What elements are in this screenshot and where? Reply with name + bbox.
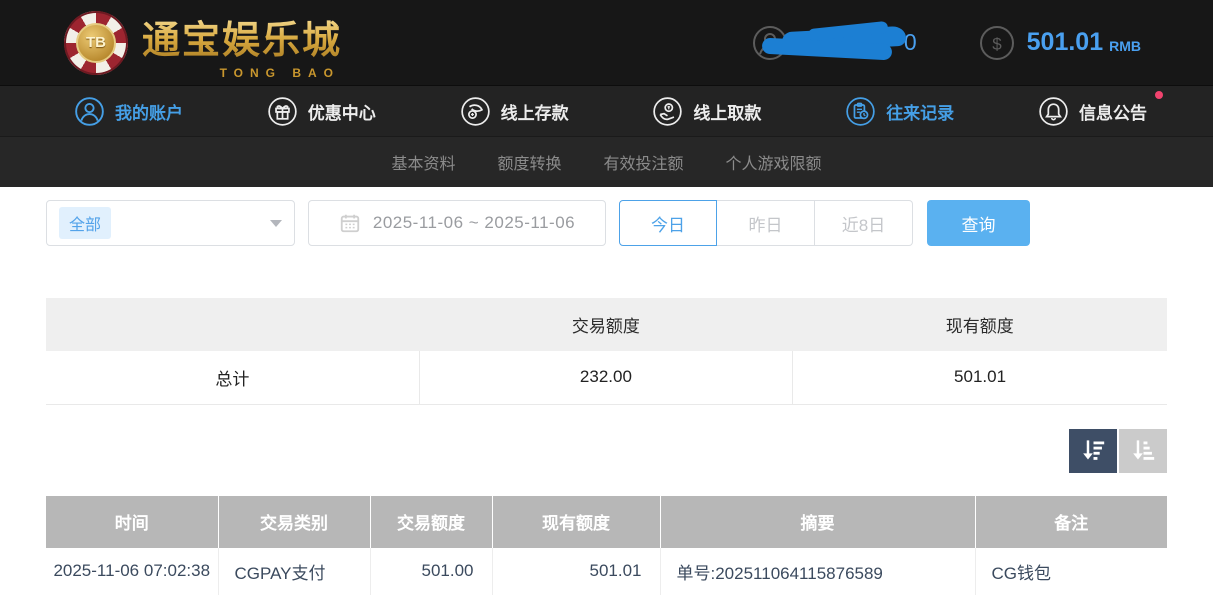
cell-remark: CG钱包 [975, 548, 1167, 595]
svg-text:$: $ [992, 34, 1002, 53]
balance-group[interactable]: $ 501.01 RMB [979, 25, 1141, 61]
sort-descending-icon [1080, 437, 1107, 464]
sub-nav: 基本资料 额度转换 有效投注额 个人游戏限额 [0, 137, 1213, 187]
col-amount: 交易额度 [370, 496, 492, 548]
top-header: TB 通宝娱乐城 TONG BAO 0 [0, 0, 1213, 85]
subnav-game-limits[interactable]: 个人游戏限额 [726, 150, 822, 174]
logo-text: 通宝娱乐城 TONG BAO [142, 9, 342, 76]
chevron-down-icon [270, 220, 282, 227]
nav-item-promotions[interactable]: 优惠中心 [267, 96, 376, 127]
summary-total-row: 总计 232.00 501.01 [46, 351, 1167, 404]
notification-dot [1155, 91, 1163, 99]
poker-chip-logo-icon: TB [64, 11, 128, 75]
nav-label: 信息公告 [1079, 99, 1147, 124]
summary-total-balance: 501.01 [793, 351, 1167, 404]
nav-label: 线上取款 [693, 99, 761, 124]
date-range-value: 2025-11-06 ~ 2025-11-06 [373, 213, 575, 233]
content-area: 全部 2025-11-06 ~ 2025-11-06 今日 昨日 近8日 [0, 187, 1213, 595]
transaction-records-page: TB 通宝娱乐城 TONG BAO 0 [0, 0, 1213, 595]
summary-total-trade: 232.00 [419, 351, 792, 404]
calendar-icon [339, 212, 361, 234]
dollar-circle-icon: $ [979, 25, 1015, 61]
nav-label: 线上存款 [501, 99, 569, 124]
chip-monogram: TB [86, 34, 106, 51]
main-nav: 我的账户 优惠中心 [0, 85, 1213, 137]
col-remark: 备注 [975, 496, 1167, 548]
nav-label: 往来记录 [886, 99, 954, 124]
gift-icon [267, 96, 298, 127]
nav-item-deposit[interactable]: 线上存款 [460, 96, 569, 127]
site-logo[interactable]: TB 通宝娱乐城 TONG BAO [64, 9, 342, 76]
bell-icon [1038, 96, 1069, 127]
col-type: 交易类别 [218, 496, 370, 548]
summary-header-empty [46, 298, 419, 351]
user-circle-icon [74, 96, 105, 127]
nav-item-my-account[interactable]: 我的账户 [74, 96, 183, 127]
cell-balance: 501.01 [492, 548, 660, 595]
deposit-hand-coin-icon [460, 96, 491, 127]
sort-ascending-button[interactable] [1119, 429, 1167, 473]
nav-label: 优惠中心 [308, 99, 376, 124]
cell-summary: 单号:202511064115876589 [660, 548, 975, 595]
subnav-credit-transfer[interactable]: 额度转换 [497, 150, 561, 174]
quick-range-group: 今日 昨日 近8日 [619, 200, 913, 246]
site-subtitle: TONG BAO [220, 66, 340, 80]
sort-descending-button[interactable] [1069, 429, 1117, 473]
nav-item-records[interactable]: 往来记录 [845, 96, 954, 127]
table-row: 2025-11-06 07:02:38 CGPAY支付 501.00 501.0… [46, 548, 1167, 595]
subnav-basic-info[interactable]: 基本资料 [391, 150, 455, 174]
site-title: 通宝娱乐城 [142, 9, 342, 64]
type-select-dropdown[interactable]: 全部 [46, 200, 295, 246]
clipboard-clock-icon [845, 96, 876, 127]
col-balance: 现有额度 [492, 496, 660, 548]
summary-table: 交易额度 现有额度 总计 232.00 501.01 [46, 298, 1167, 405]
col-summary: 摘要 [660, 496, 975, 548]
summary-header-row: 交易额度 现有额度 [46, 298, 1167, 351]
username-redaction-scribble [778, 27, 910, 59]
balance-currency: RMB [1109, 32, 1141, 54]
quick-btn-yesterday[interactable]: 昨日 [717, 200, 815, 246]
cell-amount: 501.00 [370, 548, 492, 595]
withdraw-hand-dollar-icon [652, 96, 683, 127]
query-button[interactable]: 查询 [927, 200, 1030, 246]
nav-label: 我的账户 [115, 99, 183, 124]
quick-btn-today[interactable]: 今日 [619, 200, 717, 246]
sort-controls [46, 429, 1167, 473]
subnav-valid-bets[interactable]: 有效投注额 [604, 150, 684, 174]
summary-header-balance: 现有额度 [793, 298, 1167, 351]
selected-type-chip: 全部 [59, 207, 111, 239]
records-header-row: 时间 交易类别 交易额度 现有额度 摘要 备注 [46, 496, 1167, 548]
sort-ascending-icon [1130, 437, 1157, 464]
summary-header-trade: 交易额度 [419, 298, 792, 351]
col-time: 时间 [46, 496, 218, 548]
records-table: 时间 交易类别 交易额度 现有额度 摘要 备注 2025-11-06 07:02… [46, 496, 1167, 595]
balance-amount: 501.01 [1027, 28, 1103, 57]
cell-time: 2025-11-06 07:02:38 [46, 548, 218, 595]
filter-row: 全部 2025-11-06 ~ 2025-11-06 今日 昨日 近8日 [46, 200, 1167, 246]
header-right: 0 $ 501.01 RMB [752, 25, 1141, 61]
user-account-group[interactable]: 0 [752, 25, 917, 61]
nav-item-withdraw[interactable]: 线上取款 [652, 96, 761, 127]
nav-item-announcements[interactable]: 信息公告 [1038, 96, 1147, 127]
quick-btn-last8days[interactable]: 近8日 [815, 200, 913, 246]
cell-type: CGPAY支付 [218, 548, 370, 595]
date-range-input[interactable]: 2025-11-06 ~ 2025-11-06 [308, 200, 606, 246]
summary-total-label: 总计 [46, 351, 419, 404]
